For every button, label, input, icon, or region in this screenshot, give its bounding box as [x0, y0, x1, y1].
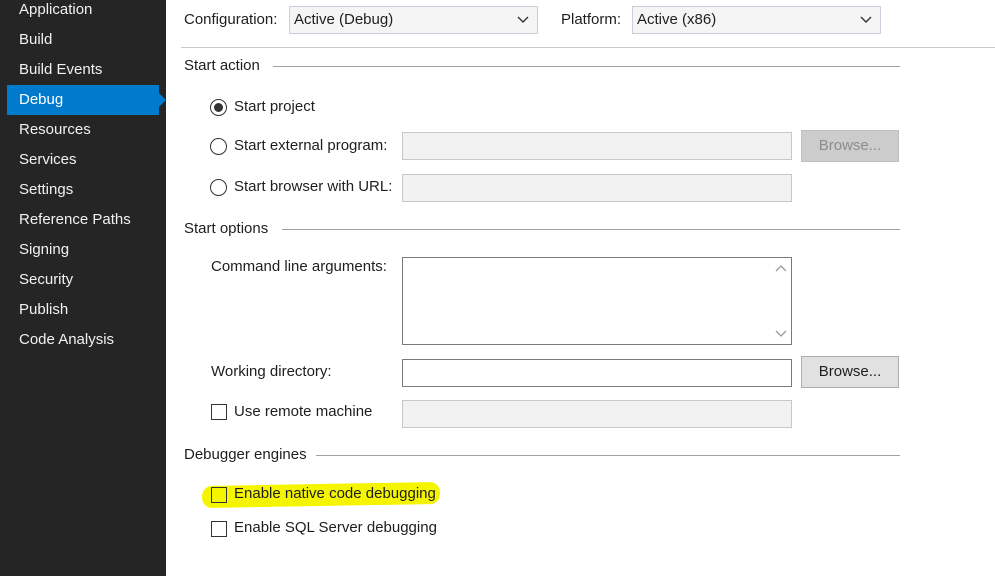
start-action-divider [273, 66, 900, 67]
working-directory-browse-button[interactable]: Browse... [801, 356, 899, 388]
vertical-scrollbar[interactable] [771, 258, 791, 344]
configuration-value: Active (Debug) [294, 11, 394, 28]
working-directory-input[interactable] [402, 359, 792, 387]
command-line-arguments-input[interactable] [402, 257, 792, 345]
sidebar-nav: Application Build Build Events Debug Res… [0, 0, 166, 576]
platform-dropdown[interactable]: Active (x86) [632, 6, 881, 34]
enable-sql-server-debugging-checkbox[interactable] [211, 521, 227, 537]
platform-value: Active (x86) [637, 11, 717, 28]
scroll-down-icon[interactable] [775, 328, 787, 338]
scroll-up-icon[interactable] [775, 264, 787, 274]
header-divider [181, 47, 995, 48]
use-remote-machine-label[interactable]: Use remote machine [234, 402, 372, 422]
start-project-label[interactable]: Start project [234, 97, 315, 117]
use-remote-machine-checkbox[interactable] [211, 404, 227, 420]
chevron-down-icon [860, 16, 872, 23]
start-browser-url-radio[interactable] [210, 179, 227, 196]
sidebar-item-build-events[interactable]: Build Events [7, 55, 159, 85]
configuration-label: Configuration: [184, 11, 278, 28]
configuration-dropdown[interactable]: Active (Debug) [289, 6, 538, 34]
radio-selected-dot [214, 103, 223, 112]
debugger-engines-divider [316, 455, 900, 456]
sidebar-item-services[interactable]: Services [7, 145, 159, 175]
start-options-divider [282, 229, 900, 230]
start-external-program-radio[interactable] [210, 138, 227, 155]
sidebar-item-build[interactable]: Build [7, 25, 159, 55]
start-browser-url-label[interactable]: Start browser with URL: [234, 177, 392, 197]
enable-native-code-debugging-label[interactable]: Enable native code debugging [234, 484, 436, 504]
start-external-program-label[interactable]: Start external program: [234, 136, 387, 156]
remote-machine-input [402, 400, 792, 428]
working-directory-label: Working directory: [211, 363, 332, 380]
external-program-browse-button: Browse... [801, 130, 899, 162]
sidebar-item-signing[interactable]: Signing [7, 235, 159, 265]
enable-native-code-debugging-checkbox[interactable] [211, 487, 227, 503]
start-action-heading: Start action [184, 57, 260, 74]
enable-sql-server-debugging-label[interactable]: Enable SQL Server debugging [234, 518, 437, 538]
debugger-engines-heading: Debugger engines [184, 446, 307, 463]
browser-url-input [402, 174, 792, 202]
start-project-radio[interactable] [210, 99, 227, 116]
external-program-input [402, 132, 792, 160]
sidebar-item-debug[interactable]: Debug [7, 85, 166, 115]
sidebar-item-reference-paths[interactable]: Reference Paths [7, 205, 159, 235]
platform-label: Platform: [561, 11, 622, 28]
start-options-heading: Start options [184, 220, 269, 237]
chevron-down-icon [517, 16, 529, 23]
command-line-arguments-label: Command line arguments: [211, 258, 387, 275]
sidebar-item-code-analysis[interactable]: Code Analysis [7, 325, 159, 355]
sidebar-item-settings[interactable]: Settings [7, 175, 159, 205]
sidebar-item-application[interactable]: Application [7, 0, 159, 25]
sidebar-item-security[interactable]: Security [7, 265, 159, 295]
sidebar-item-publish[interactable]: Publish [7, 295, 159, 325]
debug-properties-panel: Configuration: Active (Debug) Platform: … [166, 0, 995, 576]
sidebar-item-resources[interactable]: Resources [7, 115, 159, 145]
